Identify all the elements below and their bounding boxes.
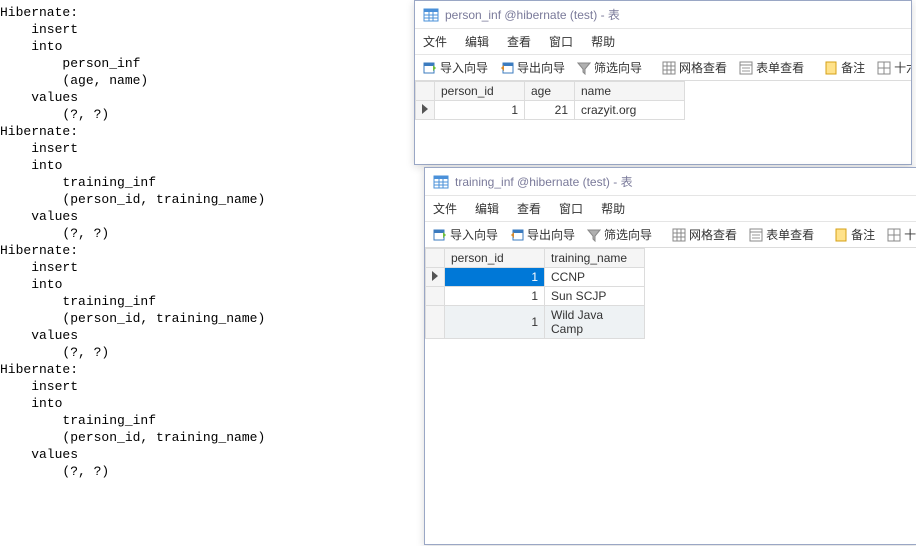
note-button[interactable]: 备注 [820,57,869,78]
grid-view-button[interactable]: 网格查看 [668,224,741,245]
cell-person-id[interactable]: 1 [445,268,545,287]
cell-person-id[interactable]: 1 [445,287,545,306]
row-header [426,287,445,306]
table-row[interactable]: 1 Sun SCJP [426,287,645,306]
menubar: 文件 编辑 查看 窗口 帮助 [415,29,911,55]
corner-cell [416,82,435,101]
cell-person-id[interactable]: 1 [435,101,525,120]
table-row[interactable]: 1 Wild Java Camp [426,306,645,339]
hex-button[interactable]: 十六进 [883,224,916,245]
export-icon [510,228,524,242]
window-person-inf: person_inf @hibernate (test) - 表 文件 编辑 查… [414,0,912,165]
note-icon [824,61,838,75]
menu-window[interactable]: 窗口 [559,200,583,217]
import-icon [433,228,447,242]
window-training-inf: training_inf @hibernate (test) - 表 文件 编辑… [424,167,916,545]
import-wizard-button[interactable]: 导入向导 [429,224,502,245]
row-pointer [426,268,445,287]
table-header-row: person_id training_name [426,249,645,268]
menu-view[interactable]: 查看 [507,33,531,50]
funnel-icon [587,228,601,242]
hex-icon [887,228,901,242]
col-age[interactable]: age [525,82,575,101]
menu-help[interactable]: 帮助 [591,33,615,50]
form-view-button[interactable]: 表单查看 [745,224,818,245]
menubar: 文件 编辑 查看 窗口 帮助 [425,196,916,222]
hex-icon [877,61,891,75]
col-training-name[interactable]: training_name [545,249,645,268]
cell-training-name[interactable]: Wild Java Camp [545,306,645,339]
row-pointer [416,101,435,120]
table-icon [423,7,439,23]
form-icon [749,228,763,242]
col-person-id[interactable]: person_id [435,82,525,101]
data-grid[interactable]: person_id training_name 1 CCNP 1 Sun SCJ… [425,248,916,339]
cell-training-name[interactable]: Sun SCJP [545,287,645,306]
note-button[interactable]: 备注 [830,224,879,245]
row-header [426,306,445,339]
menu-edit[interactable]: 编辑 [475,200,499,217]
menu-file[interactable]: 文件 [433,200,457,217]
menu-file[interactable]: 文件 [423,33,447,50]
menu-edit[interactable]: 编辑 [465,33,489,50]
window-title: training_inf @hibernate (test) - 表 [455,173,633,190]
cell-age[interactable]: 21 [525,101,575,120]
form-icon [739,61,753,75]
filter-wizard-button[interactable]: 筛选向导 [573,57,646,78]
sql-log: Hibernate: insert into person_inf (age, … [0,0,420,480]
import-wizard-button[interactable]: 导入向导 [419,57,492,78]
export-wizard-button[interactable]: 导出向导 [496,57,569,78]
titlebar[interactable]: person_inf @hibernate (test) - 表 [415,1,911,29]
col-person-id[interactable]: person_id [445,249,545,268]
corner-cell [426,249,445,268]
toolbar: 导入向导 导出向导 筛选向导 网格查看 表单查看 备注 十六进 [425,222,916,248]
grid-icon [662,61,676,75]
grid-view-button[interactable]: 网格查看 [658,57,731,78]
import-icon [423,61,437,75]
cell-person-id[interactable]: 1 [445,306,545,339]
col-name[interactable]: name [575,82,685,101]
hex-button[interactable]: 十六进 [873,57,911,78]
cell-name[interactable]: crazyit.org [575,101,685,120]
note-icon [834,228,848,242]
data-grid[interactable]: person_id age name 1 21 crazyit.org [415,81,911,120]
table-header-row: person_id age name [416,82,685,101]
toolbar: 导入向导 导出向导 筛选向导 网格查看 表单查看 备注 十六进 [415,55,911,81]
table-row[interactable]: 1 CCNP [426,268,645,287]
table-row[interactable]: 1 21 crazyit.org [416,101,685,120]
menu-window[interactable]: 窗口 [549,33,573,50]
menu-help[interactable]: 帮助 [601,200,625,217]
table-icon [433,174,449,190]
grid-icon [672,228,686,242]
cell-training-name[interactable]: CCNP [545,268,645,287]
titlebar[interactable]: training_inf @hibernate (test) - 表 [425,168,916,196]
filter-wizard-button[interactable]: 筛选向导 [583,224,656,245]
form-view-button[interactable]: 表单查看 [735,57,808,78]
window-title: person_inf @hibernate (test) - 表 [445,6,620,23]
export-icon [500,61,514,75]
funnel-icon [577,61,591,75]
menu-view[interactable]: 查看 [517,200,541,217]
export-wizard-button[interactable]: 导出向导 [506,224,579,245]
